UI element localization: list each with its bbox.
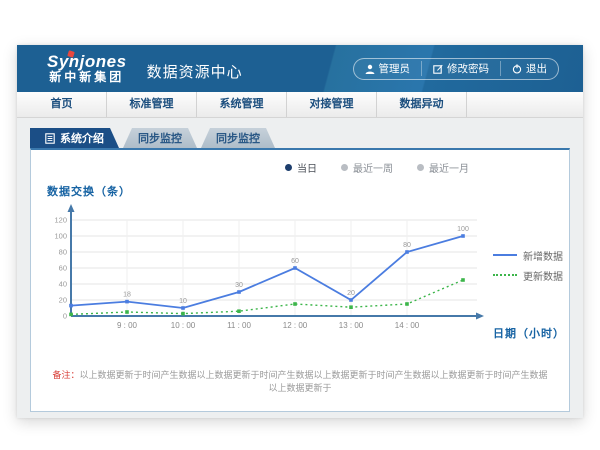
svg-text:120: 120 [54, 216, 67, 225]
tab-label: 系统介绍 [60, 130, 104, 146]
content-area: 系统介绍 同步监控 同步监控 当日 最近一周 [17, 128, 583, 428]
radio-icon [341, 164, 348, 171]
nav-item-home[interactable]: 首页 [17, 92, 107, 117]
svg-text:14 : 00: 14 : 00 [395, 321, 420, 330]
nav-item-interface-mgmt[interactable]: 对接管理 [287, 92, 377, 117]
svg-text:13 : 00: 13 : 00 [339, 321, 364, 330]
x-axis-title: 日期（小时） [493, 325, 569, 341]
tab-bar: 系统介绍 同步监控 同步监控 [30, 128, 570, 148]
svg-text:10 : 00: 10 : 00 [171, 321, 196, 330]
svg-text:20: 20 [347, 290, 355, 297]
page-title: 数据资源中心 [147, 61, 243, 82]
footnote-text: 以上数据更新于时间产生数据以上数据更新于时间产生数据以上数据更新于时间产生数据以… [80, 370, 548, 393]
legend-item-update-data: 更新数据 [493, 265, 569, 285]
svg-text:12 : 00: 12 : 00 [283, 321, 308, 330]
logo-brand: Synjones [47, 53, 127, 71]
line-chart: 0 20 40 60 80 100 120 9 : 00 10 : 00 11 : 00 12 : … [43, 201, 493, 341]
tab-label: 同步监控 [138, 130, 182, 146]
logo: Synjones 新中新集团 [47, 53, 127, 83]
logout-button[interactable]: 退出 [500, 61, 558, 76]
document-icon [45, 133, 55, 144]
filter-last-month[interactable]: 最近一月 [417, 160, 469, 175]
power-icon [512, 64, 522, 74]
dotted-line-icon [493, 274, 517, 276]
filter-label: 当日 [297, 160, 317, 175]
footnote: 备注：以上数据更新于时间产生数据以上数据更新于时间产生数据以上数据更新于时间产生… [31, 369, 569, 394]
nav-item-data-change[interactable]: 数据异动 [377, 92, 467, 117]
tab-sync-monitor-2[interactable]: 同步监控 [201, 128, 275, 148]
app-window: Synjones 新中新集团 数据资源中心 管理员 修改密码 退出 首页 标准管… [17, 45, 583, 418]
radio-icon [285, 164, 292, 171]
svg-text:20: 20 [59, 296, 67, 305]
svg-text:18: 18 [123, 292, 131, 299]
y-axis-title: 数据交换（条） [47, 183, 569, 199]
logo-company: 新中新集团 [47, 71, 127, 84]
svg-text:40: 40 [59, 280, 67, 289]
svg-text:0: 0 [63, 312, 67, 321]
tab-label: 同步监控 [216, 130, 260, 146]
nav-item-standard-mgmt[interactable]: 标准管理 [107, 92, 197, 117]
svg-text:60: 60 [291, 258, 299, 265]
header: Synjones 新中新集团 数据资源中心 管理员 修改密码 退出 [17, 45, 583, 92]
svg-text:100: 100 [54, 232, 67, 241]
admin-label: 管理员 [379, 61, 411, 76]
legend-label: 更新数据 [523, 268, 563, 283]
user-icon [365, 64, 375, 74]
svg-text:60: 60 [59, 264, 67, 273]
svg-text:80: 80 [403, 242, 411, 249]
filter-label: 最近一月 [429, 160, 469, 175]
legend-item-new-data: 新增数据 [493, 245, 569, 265]
filter-label: 最近一周 [353, 160, 393, 175]
svg-text:80: 80 [59, 248, 67, 257]
svg-text:11 : 00: 11 : 00 [227, 321, 251, 330]
chart-panel: 当日 最近一周 最近一月 数据交换（条） 0 20 40 60 80 100 120 9 : … [30, 148, 570, 412]
main-nav: 首页 标准管理 系统管理 对接管理 数据异动 [17, 92, 583, 118]
series-legend: 新增数据 更新数据 日期（小时） [493, 201, 569, 343]
user-menu: 管理员 修改密码 退出 [353, 58, 560, 80]
radio-icon [417, 164, 424, 171]
logout-label: 退出 [526, 61, 547, 76]
tab-sync-monitor-1[interactable]: 同步监控 [123, 128, 197, 148]
filter-last-week[interactable]: 最近一周 [341, 160, 393, 175]
svg-text:30: 30 [235, 282, 243, 289]
change-password-label: 修改密码 [447, 61, 489, 76]
svg-text:100: 100 [457, 226, 469, 233]
solid-line-icon [493, 254, 517, 256]
edit-icon [433, 64, 443, 74]
change-password-button[interactable]: 修改密码 [421, 61, 500, 76]
filter-today[interactable]: 当日 [285, 160, 317, 175]
footnote-prefix: 备注： [52, 370, 79, 380]
time-filter-group: 当日 最近一周 最近一月 [31, 150, 569, 175]
admin-button[interactable]: 管理员 [354, 61, 422, 76]
svg-text:10: 10 [179, 298, 187, 305]
svg-text:9 : 00: 9 : 00 [117, 321, 138, 330]
chart-row: 0 20 40 60 80 100 120 9 : 00 10 : 00 11 : 00 12 : … [31, 201, 569, 343]
legend-label: 新增数据 [523, 248, 563, 263]
tab-system-intro[interactable]: 系统介绍 [30, 128, 119, 148]
nav-item-system-mgmt[interactable]: 系统管理 [197, 92, 287, 117]
